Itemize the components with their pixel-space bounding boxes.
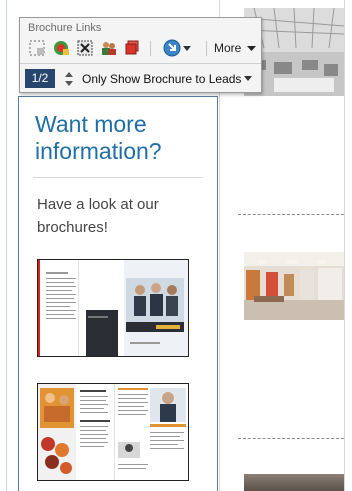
users-icon[interactable] [99,38,119,58]
more-menu-button[interactable]: More [214,41,256,55]
toolbar-separator [206,41,207,56]
page-indicator-button[interactable]: 1/2 [25,69,55,88]
chevron-down-icon[interactable] [181,38,193,58]
toolbar-divider [20,63,261,64]
select-area-icon[interactable] [27,38,47,58]
page-spinner-icon[interactable] [64,69,74,89]
toolbar-separator [150,41,151,56]
column-border-left [6,0,7,491]
panel-divider [33,177,203,178]
filter-chevron-down-icon [244,76,252,81]
office-photo-bottom [244,474,344,491]
brochure-links-toolbar: Brochure Links More 1/2 Only Show Brochu… [19,17,262,93]
office-photo-middle [244,252,344,320]
panel-title: Want more information? [35,111,162,164]
navigate-arrow-icon[interactable] [162,38,182,58]
more-label: More [214,41,242,55]
delete-link-icon[interactable] [75,38,95,58]
brochure-thumbnail-1[interactable] [37,259,189,357]
web-page: Want more information? Have a look at ou… [0,0,352,491]
page-edge [344,0,345,491]
red-box-icon[interactable] [122,38,142,58]
panel-text: Have a look at our brochures! [37,196,159,236]
bug-edit-icon[interactable] [51,38,71,58]
brochure-thumbnail-2[interactable] [37,383,189,481]
filter-select-label: Only Show Brochure to Leads [82,72,242,86]
toolbar-title: Brochure Links [28,22,102,34]
toolbar-icon-row: More [20,38,261,62]
more-chevron-icon [246,46,256,52]
dashed-separator [238,214,344,215]
dashed-separator [238,438,344,439]
brochure-panel: Want more information? Have a look at ou… [18,96,218,491]
